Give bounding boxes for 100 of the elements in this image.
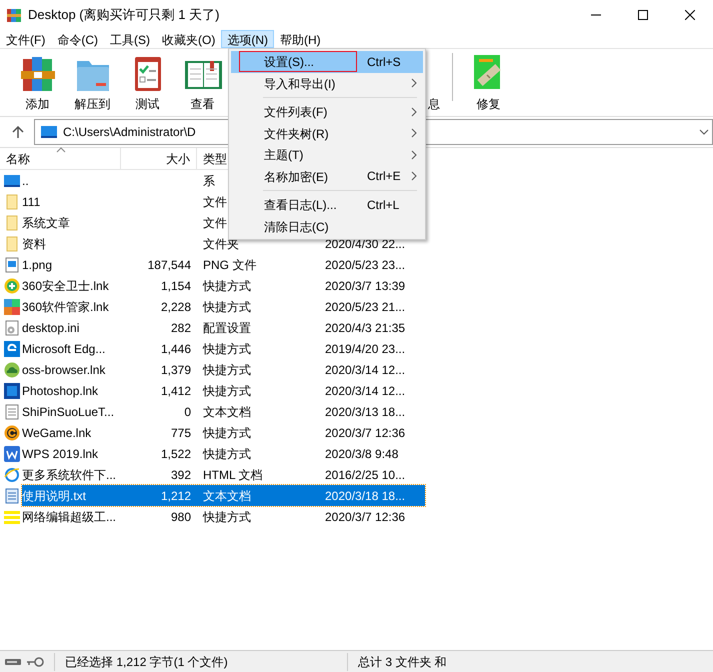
menu-item[interactable]: 清除日志(C) bbox=[231, 216, 423, 237]
file-row[interactable]: 使用说明.txt 1,212 文本文档 2020/3/18 18... bbox=[22, 485, 425, 506]
file-name: Photoshop.lnk bbox=[22, 384, 98, 398]
toolbar-label: 息 bbox=[428, 96, 440, 113]
key-icon bbox=[26, 656, 44, 666]
file-name: 资料 bbox=[22, 236, 46, 250]
file-row[interactable]: 360软件管家.lnk 2,228 快捷方式 2020/5/23 21... bbox=[22, 296, 425, 317]
toolbar-button[interactable]: 修复 bbox=[461, 53, 516, 113]
text-file-icon bbox=[4, 404, 20, 420]
file-row[interactable]: 更多系统软件下... 392 HTML 文档 2016/2/25 10... bbox=[22, 464, 425, 485]
file-size: 187,544 bbox=[148, 258, 191, 272]
file-date: 2020/5/23 23... bbox=[325, 258, 406, 272]
cloud-circle-icon bbox=[4, 362, 20, 378]
file-date: 2019/4/20 23... bbox=[325, 342, 406, 356]
text-file-icon bbox=[4, 488, 20, 504]
toolbar-button[interactable]: 测试 bbox=[120, 53, 175, 113]
file-type: 快捷方式 bbox=[203, 362, 251, 376]
menu-item[interactable]: 文件(F) bbox=[0, 30, 52, 48]
tiles-icon bbox=[4, 298, 20, 314]
file-size: 2,228 bbox=[160, 300, 191, 314]
file-name: ShiPinSuoLueT... bbox=[22, 404, 114, 418]
up-arrow-button[interactable] bbox=[12, 126, 24, 138]
plus-circle-icon bbox=[4, 278, 20, 294]
file-row[interactable]: 1.png 187,544 PNG 文件 2020/5/23 23... bbox=[22, 254, 425, 275]
file-row[interactable]: Microsoft Edg... 1,446 快捷方式 2019/4/20 23... bbox=[22, 338, 425, 359]
menu-item[interactable]: 名称加密(E) Ctrl+E bbox=[231, 166, 423, 187]
books-icon bbox=[6, 7, 22, 23]
file-type: 快捷方式 bbox=[203, 300, 251, 314]
file-type: 快捷方式 bbox=[203, 278, 251, 292]
image-file-icon bbox=[4, 256, 20, 272]
monitor-icon bbox=[41, 125, 57, 139]
menu-item[interactable]: 主题(T) bbox=[231, 144, 423, 166]
file-row[interactable]: ShiPinSuoLueT... 0 文本文档 2020/3/13 18... bbox=[22, 401, 425, 422]
file-date: 2020/5/23 21... bbox=[325, 300, 406, 314]
file-size: 1,379 bbox=[160, 362, 191, 376]
file-name: 使用说明.txt bbox=[22, 488, 86, 502]
menu-item[interactable]: 命令(C) bbox=[51, 30, 104, 48]
toolbar-button[interactable]: 查看 bbox=[175, 53, 230, 113]
file-type: 系 bbox=[203, 174, 215, 188]
menu-item[interactable]: 文件夹树(R) bbox=[231, 122, 423, 144]
file-row[interactable]: 网络编辑超级工... 980 快捷方式 2020/3/7 12:36 bbox=[22, 506, 425, 527]
file-size: 282 bbox=[170, 320, 191, 334]
file-name: WeGame.lnk bbox=[22, 426, 92, 440]
file-size: 0 bbox=[184, 404, 191, 418]
toolbar-button[interactable]: 解压到 bbox=[65, 53, 120, 113]
menu-item[interactable]: 选项(N) bbox=[221, 30, 274, 48]
status-text: 已经选择 1,212 字节(1 个文件) bbox=[65, 654, 229, 670]
menu-item[interactable]: 帮助(H) bbox=[274, 30, 327, 48]
file-size: 1,212 bbox=[160, 488, 191, 502]
file-date: 2020/3/18 18... bbox=[325, 488, 406, 502]
file-date: 2020/3/14 12... bbox=[325, 362, 406, 376]
file-date: 2020/3/14 12... bbox=[325, 384, 406, 398]
app-icon bbox=[4, 340, 20, 356]
file-row[interactable]: WeGame.lnk 775 快捷方式 2020/3/7 12:36 bbox=[22, 422, 425, 443]
menu-item[interactable]: 导入和导出(I) bbox=[231, 72, 423, 94]
status-text: 总计 3 文件夹 和 bbox=[358, 654, 447, 670]
zigzag-app-icon bbox=[4, 446, 20, 462]
monitor-icon bbox=[4, 172, 20, 188]
file-row[interactable]: WPS 2019.lnk 1,522 快捷方式 2020/3/8 9:48 bbox=[22, 443, 425, 464]
file-type: 快捷方式 bbox=[203, 384, 251, 398]
file-type: 配置设置 bbox=[203, 320, 251, 334]
file-date: 2020/3/7 12:36 bbox=[325, 426, 406, 440]
file-name: 360软件管家.lnk bbox=[22, 300, 109, 314]
file-name: .. bbox=[22, 174, 29, 188]
file-name: Microsoft Edg... bbox=[22, 342, 106, 356]
file-date: 2020/4/30 22... bbox=[325, 236, 406, 250]
file-type: HTML 文档 bbox=[203, 468, 263, 482]
column-header[interactable]: 名称 bbox=[0, 148, 121, 169]
file-row[interactable]: oss-browser.lnk 1,379 快捷方式 2020/3/14 12... bbox=[22, 359, 425, 380]
file-row[interactable]: Photoshop.lnk 1,412 快捷方式 2020/3/14 12... bbox=[22, 380, 425, 401]
drive-icon bbox=[4, 656, 22, 666]
toolbar-button[interactable]: 添加 bbox=[10, 53, 65, 113]
menu-item[interactable]: 查看日志(L)... Ctrl+L bbox=[231, 194, 423, 216]
file-name: 更多系统软件下... bbox=[22, 468, 116, 482]
file-name: oss-browser.lnk bbox=[22, 362, 106, 376]
file-type: PNG 文件 bbox=[203, 258, 256, 272]
file-row[interactable]: 360安全卫士.lnk 1,154 快捷方式 2020/3/7 13:39 bbox=[22, 275, 425, 296]
column-header[interactable]: 大小 bbox=[121, 148, 197, 169]
menu-item[interactable]: 文件列表(F) bbox=[231, 101, 423, 122]
square-app-icon bbox=[4, 382, 20, 398]
file-date: 2020/3/8 9:48 bbox=[325, 446, 398, 460]
file-row[interactable]: desktop.ini 282 配置设置 2020/4/3 21:35 bbox=[22, 317, 425, 338]
menu-item[interactable]: 设置(S)... Ctrl+S bbox=[231, 51, 423, 72]
maximize-icon bbox=[638, 10, 648, 20]
close-icon bbox=[684, 10, 694, 20]
file-name: WPS 2019.lnk bbox=[22, 446, 98, 460]
file-date: 2020/3/13 18... bbox=[325, 404, 406, 418]
folder-icon bbox=[4, 214, 20, 230]
swirl-circle-icon bbox=[4, 424, 20, 440]
globe-icon bbox=[4, 466, 20, 482]
file-date: 2020/4/3 21:35 bbox=[325, 320, 406, 334]
file-name: desktop.ini bbox=[22, 320, 80, 334]
file-name: 系统文章 bbox=[22, 216, 70, 230]
menu-item[interactable]: 收藏夹(O) bbox=[156, 30, 222, 48]
file-date: 2016/2/25 10... bbox=[325, 468, 406, 482]
menu-item[interactable]: 工具(S) bbox=[104, 30, 156, 48]
file-size: 980 bbox=[170, 510, 191, 524]
file-type: 快捷方式 bbox=[203, 426, 251, 440]
file-size: 1,154 bbox=[160, 278, 191, 292]
folder-icon bbox=[4, 194, 20, 210]
